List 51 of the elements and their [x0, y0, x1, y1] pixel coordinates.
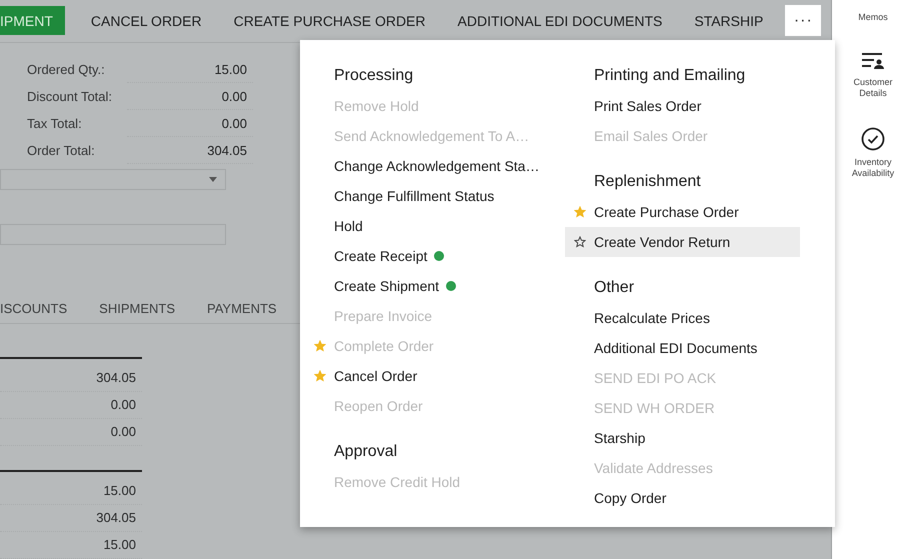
toolbar-button[interactable]: IPMENT — [0, 6, 65, 36]
menu-item[interactable]: Create Shipment — [305, 271, 565, 301]
section-title: Other — [593, 278, 636, 298]
section-title: Processing — [333, 66, 414, 86]
menu-item[interactable]: Change Acknowledgement Sta… — [305, 151, 565, 181]
sidebar-item[interactable]: Customer Details — [844, 51, 902, 99]
toolbar-button[interactable]: CANCEL ORDER — [76, 6, 216, 36]
dropdown-field[interactable] — [0, 168, 226, 190]
field-label: Discount Total: — [27, 88, 114, 106]
list-person-icon — [861, 51, 885, 71]
summary-value: 0.00 — [0, 419, 142, 446]
summary-value: 15.00 — [0, 532, 142, 559]
section-title: Approval — [333, 442, 398, 462]
menu-item[interactable]: Create Vendor Return — [565, 227, 800, 257]
caret-icon — [209, 176, 217, 182]
menu-item[interactable]: Hold — [305, 211, 565, 241]
menu-item[interactable]: Copy Order — [565, 483, 800, 513]
summary-value: 0.00 — [0, 392, 142, 419]
toolbar-button[interactable]: CREATE PURCHASE ORDER — [220, 6, 440, 36]
section-title: Replenishment — [593, 172, 702, 192]
field-label: Order Total: — [27, 142, 96, 160]
menu-item[interactable]: Recalculate Prices — [565, 303, 800, 333]
tab[interactable]: PAYMENTS — [207, 301, 277, 323]
menu-item[interactable]: Starship — [565, 423, 800, 453]
menu-item[interactable]: Create Receipt — [305, 241, 565, 271]
sidebar-item[interactable]: Memos — [844, 6, 902, 23]
toolbar-button[interactable]: ADDITIONAL EDI DOCUMENTS — [444, 6, 676, 36]
field-label: Ordered Qty.: — [27, 60, 106, 79]
field-label: Tax Total: — [27, 114, 83, 133]
field-value: 15.00 — [127, 56, 253, 83]
summary-value: 15.00 — [0, 478, 142, 505]
star-outline-icon[interactable] — [574, 236, 586, 248]
tab[interactable]: ISCOUNTS — [0, 301, 68, 323]
check-circle-icon — [861, 127, 885, 151]
star-icon[interactable] — [574, 206, 586, 218]
menu-item[interactable]: Change Fulfillment Status — [305, 181, 565, 211]
toolbar-button[interactable]: STARSHIP — [680, 6, 778, 36]
star-icon[interactable] — [314, 370, 326, 382]
menu-item[interactable]: Print Sales Order — [565, 91, 800, 121]
more-button[interactable]: ··· — [785, 5, 822, 36]
sidebar-item[interactable]: Inventory Availability — [844, 127, 902, 179]
menu-item[interactable]: Additional EDI Documents — [565, 333, 800, 363]
summary-value: 304.05 — [0, 505, 142, 532]
menu-item[interactable]: Cancel Order — [305, 361, 565, 391]
field-value: 0.00 — [127, 110, 253, 137]
field-value: 304.05 — [127, 136, 253, 164]
menu-item[interactable]: Create Purchase Order — [565, 197, 800, 227]
tab[interactable]: SHIPMENTS — [99, 301, 176, 323]
field-value: 0.00 — [127, 82, 253, 110]
summary-value: 304.05 — [0, 365, 142, 392]
section-title: Printing and Emailing — [593, 66, 746, 86]
